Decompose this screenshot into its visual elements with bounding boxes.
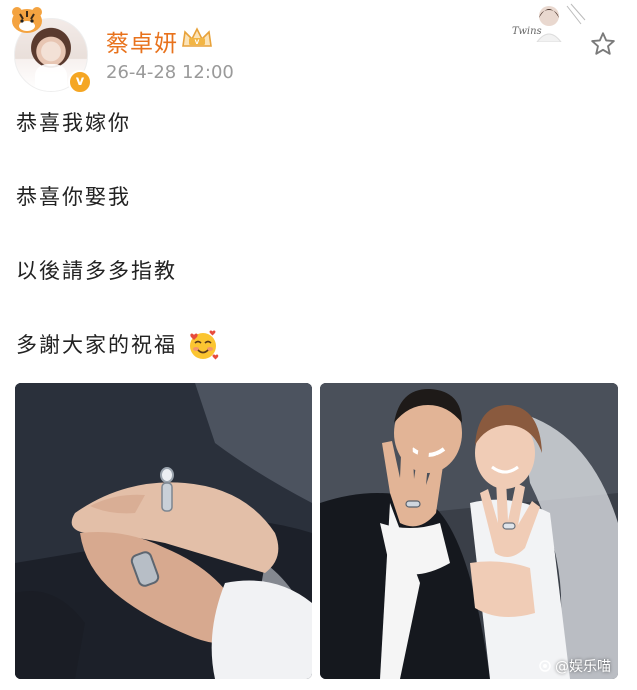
verified-badge-icon: v bbox=[68, 70, 92, 94]
author-name[interactable]: 蔡卓妍 bbox=[106, 24, 178, 58]
post-text: 恭喜我嫁你 恭喜你娶我 以後請多多指教 多謝大家的祝福 bbox=[16, 108, 616, 404]
post-line: 以後請多多指教 bbox=[16, 259, 177, 283]
tiger-badge-icon bbox=[12, 7, 42, 33]
post-timestamp: 26-4-28 12:00 bbox=[106, 62, 234, 83]
watermark-logo-icon bbox=[539, 660, 551, 672]
post-line-text: 多謝大家的祝福 bbox=[16, 333, 177, 357]
post-line: 恭喜我嫁你 bbox=[16, 111, 131, 135]
svg-text:V: V bbox=[195, 39, 200, 46]
rings-photo bbox=[15, 383, 312, 679]
vip-crown-icon[interactable]: V bbox=[180, 26, 214, 50]
watermark-text: @娱乐喵 bbox=[555, 659, 611, 675]
watermark: @娱乐喵 bbox=[538, 656, 611, 676]
couple-photo bbox=[320, 383, 618, 679]
card-decoration-icon bbox=[536, 3, 586, 42]
star-icon[interactable] bbox=[589, 30, 617, 58]
smiling-face-with-hearts-icon bbox=[190, 330, 219, 360]
post-line: 多謝大家的祝福 bbox=[16, 330, 616, 360]
post-line: 恭喜你娶我 bbox=[16, 185, 131, 209]
photo-hands-rings[interactable] bbox=[15, 383, 312, 679]
decoration-text: Twins bbox=[512, 26, 542, 37]
photo-couple-rings[interactable] bbox=[320, 383, 618, 679]
weibo-post: v 蔡卓妍 V 26-4-28 12:00 Twins 恭喜我嫁你 恭喜你娶我 … bbox=[0, 0, 637, 690]
avatar-container[interactable]: v bbox=[10, 6, 92, 94]
